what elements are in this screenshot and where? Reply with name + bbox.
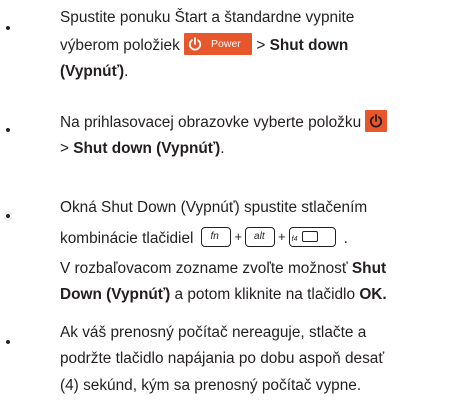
item3-line4: Down (Vypnúť) a potom kliknite na tlačid… — [60, 286, 387, 303]
bullet-marker: • — [5, 20, 11, 37]
item4-line3: (4) sekúnd, kým sa prenosný počítač vypn… — [60, 377, 362, 394]
item3-line1: Okná Shut Down (Vypnúť) spustite stlačen… — [60, 199, 368, 216]
fn-key: fn — [201, 227, 232, 247]
f4-key: f4 — [288, 227, 336, 247]
bullet-marker: • — [5, 334, 11, 351]
power-button[interactable] — [365, 110, 388, 132]
bullet-marker: • — [5, 208, 11, 225]
item1-line2: výberom položiek Power > Shut down — [60, 33, 348, 55]
item2-line2: > Shut down (Vypnúť). — [60, 140, 225, 157]
lock-icon — [301, 231, 318, 242]
power-menu-button[interactable]: Power — [184, 33, 253, 55]
plus-sign: + — [278, 229, 286, 244]
item4-line1: Ak váš prenosný počítač nereaguje, stlač… — [60, 324, 367, 341]
power-icon — [188, 37, 202, 51]
plus-sign: + — [234, 229, 243, 244]
item4-line2: podržte tlačidlo napájania po dobu aspoň… — [60, 350, 385, 367]
item3-line3: V rozbaľovacom zozname zvoľte možnosť Sh… — [60, 260, 387, 277]
item1-line1: Spustite ponuku Štart a štandardne vypni… — [60, 9, 355, 26]
power-label: Power — [211, 38, 241, 50]
alt-key: alt — [245, 227, 276, 247]
item3-line2: kombinácie tlačidiel fn + alt + f4. — [60, 227, 348, 248]
item2-line1: Na prihlasovacej obrazovke vyberte polož… — [60, 110, 388, 132]
item1-line3: (Vypnúť). — [60, 63, 129, 80]
bullet-marker: • — [5, 122, 11, 139]
power-icon — [370, 114, 383, 128]
